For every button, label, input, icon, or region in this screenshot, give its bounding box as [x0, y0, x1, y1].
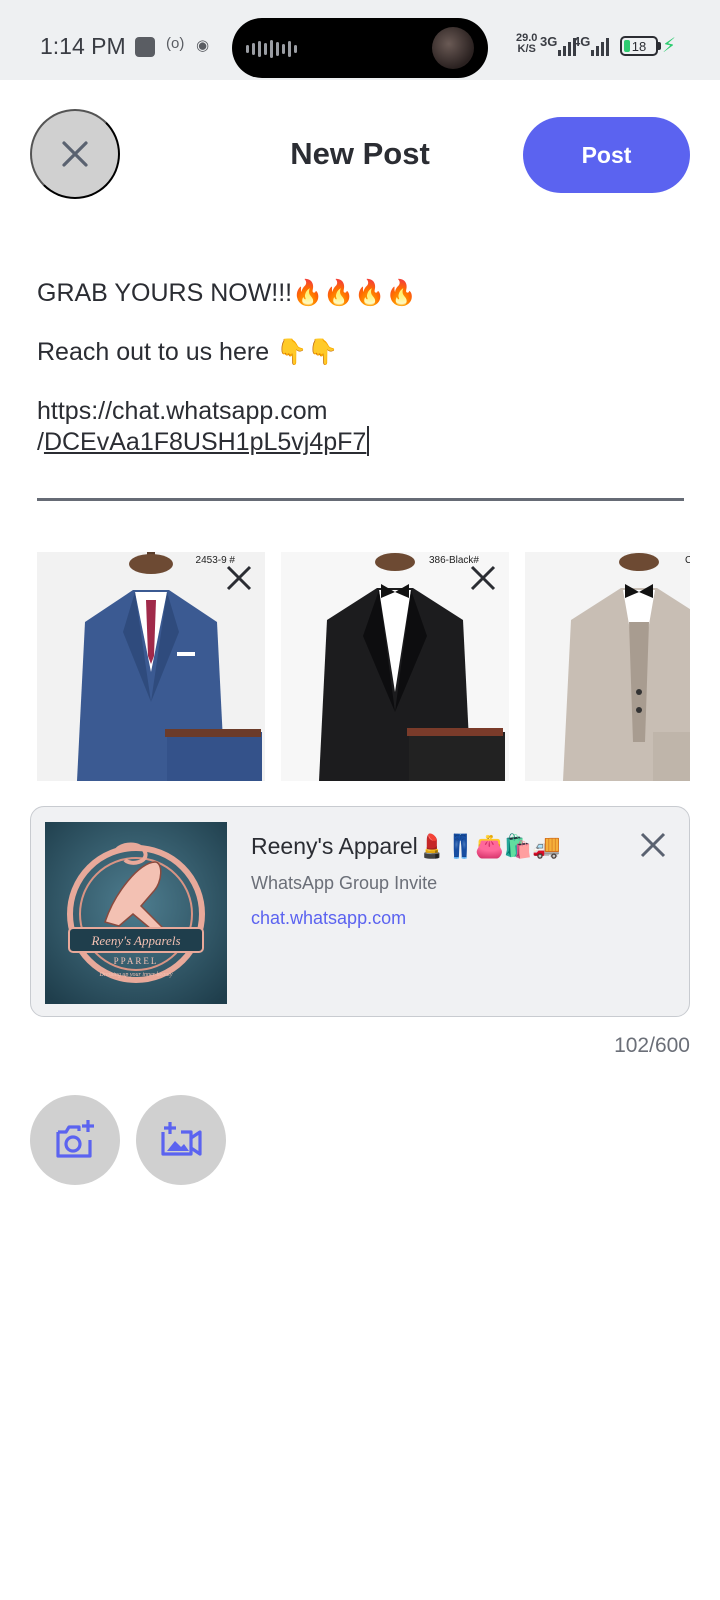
link-preview-url[interactable]: chat.whatsapp.com [251, 908, 406, 929]
remove-media-button-2[interactable] [463, 558, 503, 598]
character-counter: 102/600 [614, 1034, 690, 1057]
svg-text:PPAREL: PPAREL [114, 956, 159, 966]
media-code-3: C [685, 555, 690, 566]
text-caret [367, 426, 370, 456]
network-type-2: 4G [573, 34, 591, 49]
link-preview-title: Reeny's Apparel💄👖👛🛍️🚚 [251, 833, 561, 859]
post-button[interactable]: Post [523, 117, 690, 193]
close-icon [640, 832, 666, 858]
signal-icon [591, 38, 609, 56]
network-speed: 29.0 K/S [516, 33, 537, 55]
dynamic-island[interactable] [232, 18, 488, 78]
post-line-2: Reach out to us here 👇👇 [37, 338, 339, 366]
link-preview-logo: Reeny's Apparels PPAREL Dressing up your… [45, 822, 227, 1004]
link-preview-card[interactable]: Reeny's Apparels PPAREL Dressing up your… [30, 806, 690, 1017]
add-video-button[interactable] [136, 1095, 226, 1185]
close-icon [470, 565, 496, 591]
svg-text:Reeny's Apparels: Reeny's Apparels [90, 933, 180, 948]
svg-text:Dressing up your inner beauty: Dressing up your inner beauty [98, 972, 172, 978]
add-photo-button[interactable] [30, 1095, 120, 1185]
remove-link-preview-button[interactable] [635, 827, 671, 863]
link-preview-subtitle: WhatsApp Group Invite [251, 873, 438, 893]
media-thumbnail-3[interactable]: C [525, 552, 690, 781]
link-code: DCEvAa1F8USH1pL5vj4pF7 [43, 428, 367, 456]
post-link-line-2: /DCEvAa1F8USH1pL5vj4pF7 [37, 426, 677, 457]
status-time: 1:14 PM [40, 33, 126, 59]
media-thumbnail [432, 27, 474, 69]
battery-level: 18 [631, 39, 647, 54]
status-bar: 1:14 PM (o) ◉ 29.0 K/S 3G 4G 18 ⚡ [0, 0, 720, 80]
speed-unit: K/S [517, 43, 536, 55]
post-text-input[interactable]: GRAB YOURS NOW!!!🔥🔥🔥🔥 Reach out to us he… [37, 278, 677, 457]
post-link: https://chat.whatsapp.com /DCEvAa1F8USH1… [37, 396, 677, 457]
add-photo-camera-icon [56, 1120, 94, 1158]
post-link-line-1: https://chat.whatsapp.com [37, 397, 328, 425]
suit-image-beige [525, 552, 690, 781]
network-type-1: 3G [540, 34, 558, 49]
remove-media-button-1[interactable] [219, 558, 259, 598]
battery-icon: 18 [620, 36, 658, 56]
media-thumbnail-2[interactable]: 386-Black# [281, 552, 509, 781]
radio-icon: (o) [166, 35, 185, 52]
link-prefix: / [37, 428, 44, 456]
charging-icon: ⚡ [662, 35, 677, 57]
media-thumbnail-1[interactable]: 2453-9 # [37, 552, 265, 781]
notification-square-icon [135, 37, 155, 57]
add-video-icon [161, 1122, 202, 1156]
post-line-1: GRAB YOURS NOW!!!🔥🔥🔥🔥 [37, 279, 417, 307]
battery-tip [658, 42, 661, 50]
media-strip[interactable]: 2453-9 # 386-Black# C [37, 552, 690, 781]
close-icon [226, 565, 252, 591]
audio-wave-icon [246, 40, 297, 58]
camera-icon: ◉ [196, 37, 210, 54]
input-underline [37, 498, 684, 501]
